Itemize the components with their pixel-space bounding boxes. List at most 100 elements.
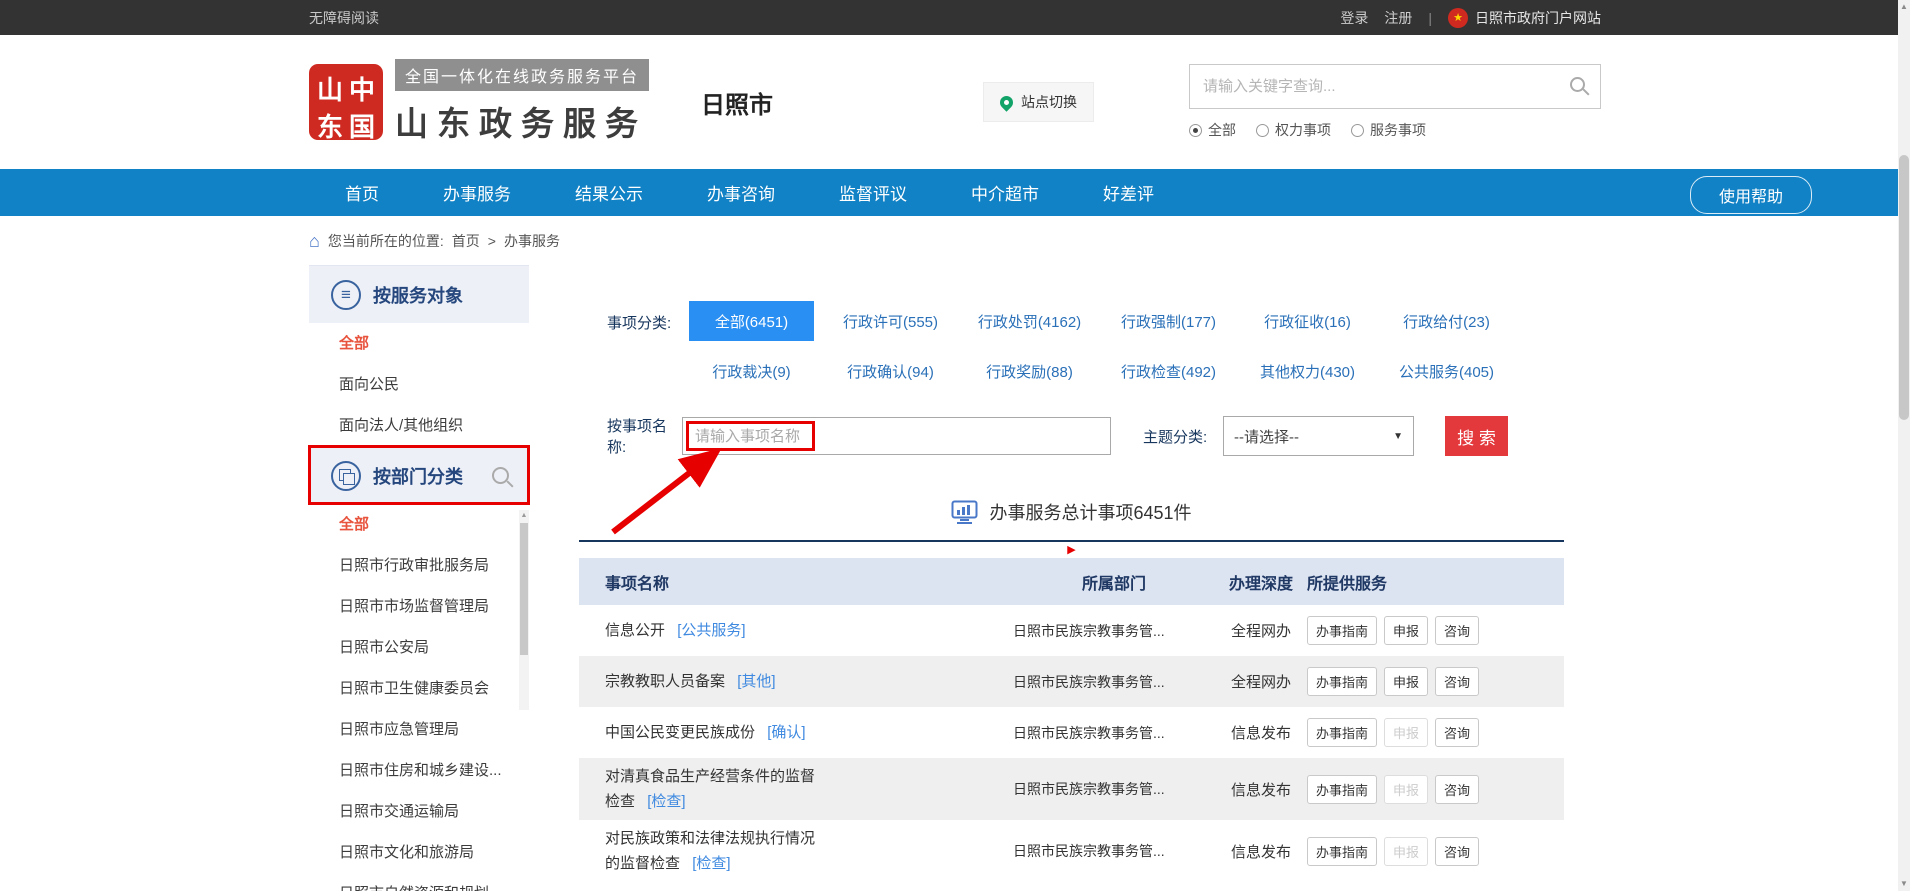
nav-item[interactable]: 监督评议 bbox=[839, 180, 907, 205]
category-tab[interactable]: 其他权力(430) bbox=[1238, 351, 1377, 391]
main-panel: 事项分类: 全部(6451)行政许可(555)行政处罚(4162)行政强制(17… bbox=[579, 265, 1564, 891]
scroll-up-icon[interactable]: ▲ bbox=[1898, 0, 1910, 14]
item-tag-link[interactable]: [确认] bbox=[767, 724, 805, 741]
item-name-input[interactable] bbox=[682, 417, 1111, 455]
login-link[interactable]: 登录 bbox=[1340, 8, 1368, 28]
category-tab[interactable]: 行政强制(177) bbox=[1099, 301, 1238, 341]
apply-button[interactable]: 申报 bbox=[1384, 667, 1428, 696]
item-depth: 信息发布 bbox=[1215, 779, 1307, 800]
sidebar-group-header[interactable]: ≡按服务对象 bbox=[309, 265, 529, 323]
sidebar-item[interactable]: 全部 bbox=[309, 323, 529, 364]
consult-button[interactable]: 咨询 bbox=[1435, 616, 1479, 645]
topic-select-value: --请选择-- bbox=[1234, 426, 1299, 447]
sidebar-item[interactable]: 日照市交通运输局 bbox=[309, 791, 529, 832]
item-tag-link[interactable]: [检查] bbox=[692, 855, 730, 872]
sidebar-scrollbar[interactable]: ▲ bbox=[519, 510, 529, 710]
table-row: 信息公开 [公共服务]日照市民族宗教事务管...全程网办办事指南申报咨询 bbox=[579, 605, 1564, 656]
item-tag-link[interactable]: [其他] bbox=[737, 673, 775, 690]
category-filter-label: 事项分类: bbox=[579, 301, 682, 391]
item-tag-link[interactable]: [检查] bbox=[647, 793, 685, 810]
sidebar-item[interactable]: 面向公民 bbox=[309, 364, 529, 405]
nav-item[interactable]: 结果公示 bbox=[575, 180, 643, 205]
item-name-link[interactable]: 宗教教职人员备案 bbox=[605, 673, 725, 690]
guide-button[interactable]: 办事指南 bbox=[1307, 718, 1377, 747]
search-button[interactable]: 搜 索 bbox=[1445, 416, 1508, 456]
nav-item[interactable]: 中介超市 bbox=[971, 180, 1039, 205]
table-header-cell: 办理深度 bbox=[1215, 570, 1307, 594]
nav-item[interactable]: 办事服务 bbox=[443, 180, 511, 205]
item-dept: 日照市民族宗教事务管... bbox=[1013, 672, 1215, 692]
register-link[interactable]: 注册 bbox=[1384, 8, 1412, 28]
sidebar-item[interactable]: 日照市卫生健康委员会 bbox=[309, 668, 529, 709]
scrollbar-thumb[interactable] bbox=[1899, 155, 1909, 420]
scope-radio[interactable]: 权力事项 bbox=[1256, 120, 1331, 140]
location-pin-icon bbox=[997, 93, 1015, 111]
sidebar-group-header[interactable]: 按部门分类 bbox=[309, 446, 529, 504]
consult-button[interactable]: 咨询 bbox=[1435, 718, 1479, 747]
keyword-search-input[interactable] bbox=[1189, 64, 1601, 109]
accessibility-link[interactable]: 无障碍阅读 bbox=[309, 8, 379, 28]
apply-button[interactable]: 申报 bbox=[1384, 616, 1428, 645]
scroll-up-icon[interactable]: ▲ bbox=[519, 510, 529, 522]
site-switch-button[interactable]: 站点切换 bbox=[983, 82, 1094, 122]
category-tab[interactable]: 行政检查(492) bbox=[1099, 351, 1238, 391]
guide-button[interactable]: 办事指南 bbox=[1307, 775, 1377, 804]
category-tab[interactable]: 行政裁决(9) bbox=[682, 351, 821, 391]
sidebar-item[interactable]: 日照市自然资源和规划... bbox=[309, 873, 529, 891]
sidebar-item[interactable]: 日照市应急管理局 bbox=[309, 709, 529, 750]
item-name-link[interactable]: 中国公民变更民族成份 bbox=[605, 724, 755, 741]
apply-button: 申报 bbox=[1384, 718, 1428, 747]
page-scrollbar[interactable]: ▲ ▼ bbox=[1898, 0, 1910, 891]
home-icon: ⌂ bbox=[309, 232, 320, 250]
breadcrumb-separator: > bbox=[488, 233, 496, 249]
category-tab[interactable]: 行政许可(555) bbox=[821, 301, 960, 341]
item-name-link[interactable]: 信息公开 bbox=[605, 622, 665, 639]
consult-button[interactable]: 咨询 bbox=[1435, 775, 1479, 804]
consult-button[interactable]: 咨询 bbox=[1435, 667, 1479, 696]
guide-button[interactable]: 办事指南 bbox=[1307, 616, 1377, 645]
scope-label: 全部 bbox=[1208, 120, 1236, 140]
category-tab[interactable]: 行政处罚(4162) bbox=[960, 301, 1099, 341]
org-circle-icon bbox=[331, 461, 361, 491]
search-icon[interactable] bbox=[1570, 77, 1585, 92]
red-marker-icon: ▶ bbox=[579, 542, 1564, 558]
item-services: 办事指南申报咨询 bbox=[1307, 667, 1564, 696]
breadcrumb-home-link[interactable]: 首页 bbox=[452, 231, 480, 251]
category-tab[interactable]: 全部(6451) bbox=[689, 301, 814, 341]
guide-button[interactable]: 办事指南 bbox=[1307, 837, 1377, 866]
sidebar-item[interactable]: 日照市市场监督管理局 bbox=[309, 586, 529, 627]
nav-item[interactable]: 好差评 bbox=[1103, 180, 1154, 205]
category-tab[interactable]: 行政给付(23) bbox=[1377, 301, 1516, 341]
table-row: 对民族政策和法律法规执行情况的监督检查 [检查]日照市民族宗教事务管...信息发… bbox=[579, 820, 1564, 882]
help-button[interactable]: 使用帮助 bbox=[1690, 176, 1812, 214]
scope-radio[interactable]: 服务事项 bbox=[1351, 120, 1426, 140]
category-tab[interactable]: 行政确认(94) bbox=[821, 351, 960, 391]
national-emblem-icon: ★ bbox=[1448, 8, 1468, 28]
chevron-down-icon: ▼ bbox=[1393, 431, 1403, 442]
item-name-link[interactable]: 对清真食品生产经营条件的监督检查 bbox=[605, 768, 815, 810]
site-logo[interactable]: 山中东国 全国一体化在线政务服务平台 山东政务服务 bbox=[309, 59, 649, 145]
sidebar-item[interactable]: 全部 bbox=[309, 504, 529, 545]
category-tab[interactable]: 行政征收(16) bbox=[1238, 301, 1377, 341]
scroll-down-icon[interactable]: ▼ bbox=[1898, 877, 1910, 891]
scrollbar-thumb[interactable] bbox=[520, 523, 528, 655]
sidebar-item[interactable]: 日照市行政审批服务局 bbox=[309, 545, 529, 586]
consult-button[interactable]: 咨询 bbox=[1435, 837, 1479, 866]
sidebar-item[interactable]: 日照市住房和城乡建设... bbox=[309, 750, 529, 791]
category-tab[interactable]: 公共服务(405) bbox=[1377, 351, 1516, 391]
portal-link[interactable]: ★ 日照市政府门户网站 bbox=[1448, 8, 1601, 28]
scope-radio[interactable]: 全部 bbox=[1189, 120, 1236, 140]
topic-select[interactable]: --请选择-- ▼ bbox=[1223, 416, 1414, 456]
topbar-divider: | bbox=[1428, 10, 1432, 26]
item-tag-link[interactable]: [公共服务] bbox=[677, 622, 745, 639]
guide-button[interactable]: 办事指南 bbox=[1307, 667, 1377, 696]
sidebar-item[interactable]: 日照市文化和旅游局 bbox=[309, 832, 529, 873]
nav-item[interactable]: 办事咨询 bbox=[707, 180, 775, 205]
sidebar-item[interactable]: 面向法人/其他组织 bbox=[309, 405, 529, 446]
nav-item[interactable]: 首页 bbox=[345, 180, 379, 205]
search-icon[interactable] bbox=[492, 467, 509, 484]
topic-label: 主题分类: bbox=[1143, 426, 1215, 447]
category-tab[interactable]: 行政奖励(88) bbox=[960, 351, 1099, 391]
sidebar-item[interactable]: 日照市公安局 bbox=[309, 627, 529, 668]
item-name-wrap: 对清真食品生产经营条件的监督检查 [检查] bbox=[605, 764, 829, 814]
